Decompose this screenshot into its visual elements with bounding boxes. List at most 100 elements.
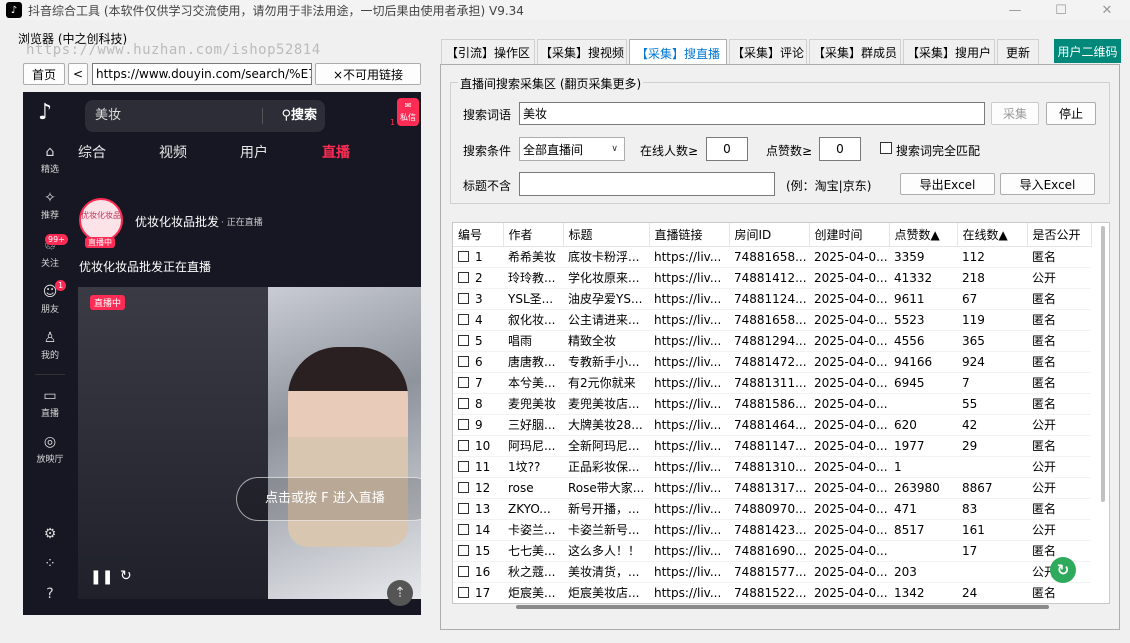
row-checkbox[interactable] [458, 481, 469, 493]
table-row[interactable]: 9 三好胭... 大牌美妆28... https://liv... 74881464..… [453, 414, 1091, 436]
column-header[interactable]: 创建时间 [809, 223, 890, 247]
column-header[interactable]: 直播链接 [649, 223, 730, 247]
table-row[interactable]: 2 玲玲教... 学化妆原来... https://liv... 74881412...… [453, 267, 1091, 289]
table-row[interactable]: 5 唱雨 精致全妆 https://liv... 74881294... 2025-04-… [453, 330, 1091, 352]
minimize-button[interactable]: — [992, 0, 1038, 20]
sidebar-item-live[interactable]: ▭ 直播 [23, 388, 77, 419]
row-checkbox[interactable] [458, 355, 469, 367]
tab-traffic-ops[interactable]: 【引流】操作区 [441, 39, 535, 65]
table-row[interactable]: 4 叙化妆... 公主请进来... https://liv... 74881658...… [453, 309, 1091, 331]
row-checkbox[interactable] [458, 439, 469, 451]
collect-button[interactable]: 采集 [991, 102, 1039, 125]
row-checkbox[interactable] [458, 502, 469, 514]
column-header[interactable]: 编号 [453, 223, 504, 247]
table-row[interactable]: 15 七七美... 这么多人！！ https://liv... 74881690... 2… [453, 540, 1091, 562]
column-header[interactable]: 标题 [563, 223, 650, 247]
douyin-search-button[interactable]: ⚲搜索 [281, 100, 317, 132]
tab-live[interactable]: 直播 [322, 142, 350, 162]
back-button[interactable]: < [68, 63, 88, 85]
column-header[interactable]: 作者 [503, 223, 564, 247]
row-checkbox[interactable] [458, 418, 469, 430]
tab-collect-live[interactable]: 【采集】搜直播 [629, 39, 727, 66]
url-input[interactable]: https://www.douyin.com/search/%E7% [92, 63, 312, 85]
unavailable-link-button[interactable]: ×不可用链接 [315, 63, 421, 85]
table-row[interactable]: 11 1坟?? 正品彩妆保... https://liv... 74881310... 2… [453, 456, 1091, 478]
refresh-video-icon[interactable]: ↻ [120, 568, 132, 584]
exact-match-checkbox[interactable] [880, 142, 892, 154]
table-row[interactable]: 3 YSL圣... 油皮孕爱YS... https://liv... 74881124.… [453, 288, 1091, 310]
table-row[interactable]: 6 唐唐教... 专教新手小... https://liv... 74881472...… [453, 351, 1091, 373]
more-apps-icon[interactable]: ⁘ [23, 556, 77, 572]
tab-users[interactable]: 用户 [240, 142, 268, 162]
refresh-icon[interactable]: ↻ [1050, 557, 1076, 583]
maximize-button[interactable]: ☐ [1038, 0, 1084, 20]
pause-icon[interactable]: ❚❚ [90, 569, 113, 585]
enter-live-hint[interactable]: 点击或按 F 进入直播 [236, 477, 421, 521]
video-live-badge: 直播中 [90, 295, 126, 310]
table-row[interactable]: 8 麦兜美妆 麦兜美妆店... https://liv... 74881586... 20… [453, 393, 1091, 415]
table-row[interactable]: 14 卡姿兰... 卡姿兰新号... https://liv... 74881423..… [453, 519, 1091, 541]
settings-icon[interactable]: ⚙ [23, 526, 77, 542]
table-row[interactable]: 7 本兮美... 有2元你就来 https://liv... 74881311... 20… [453, 372, 1091, 394]
home-button[interactable]: 首页 [23, 63, 65, 85]
row-checkbox[interactable] [458, 460, 469, 472]
column-header[interactable]: 点赞数▲ [889, 223, 958, 247]
table-cell: 7 [957, 372, 1027, 394]
row-checkbox[interactable] [458, 397, 469, 409]
tab-collect-users[interactable]: 【采集】搜用户 [903, 39, 995, 65]
row-checkbox[interactable] [458, 523, 469, 535]
row-checkbox[interactable] [458, 292, 469, 304]
table-cell: 美妆清货，... [563, 561, 649, 583]
sidebar-item-friends[interactable]: ☺ 朋友 [23, 284, 77, 315]
tab-general[interactable]: 综合 [78, 142, 106, 162]
close-button[interactable]: ✕ [1084, 0, 1130, 20]
row-checkbox[interactable] [458, 544, 469, 556]
row-checkbox[interactable] [458, 565, 469, 577]
sidebar-item-recommend[interactable]: ✧ 推荐 [23, 190, 77, 221]
sidebar-item-cinema[interactable]: ◎ 放映厅 [23, 434, 77, 465]
row-checkbox[interactable] [458, 586, 469, 598]
title-exclude-input[interactable] [519, 172, 775, 196]
sidebar-item-featured[interactable]: ⌂ 精选 [23, 144, 77, 175]
tab-collect-videos[interactable]: 【采集】搜视频 [537, 39, 627, 65]
import-excel-button[interactable]: 导入Excel [1000, 173, 1095, 195]
keyword-input[interactable]: 美妆 [519, 102, 985, 125]
user-qrcode-button[interactable]: 用户二维码 [1054, 39, 1121, 63]
tab-collect-comments[interactable]: 【采集】评论 [729, 39, 807, 65]
table-row[interactable]: 10 阿玛尼... 全新阿玛尼... https://liv... 74881147..… [453, 435, 1091, 457]
message-button[interactable]: ✉ 私信 [397, 98, 419, 126]
row-checkbox[interactable] [458, 334, 469, 346]
online-count-input[interactable]: 0 [706, 137, 748, 161]
table-row[interactable]: 16 秋之蔻... 美妆清货，... https://liv... 74881577..… [453, 561, 1091, 583]
table-row[interactable]: 1 希希美妆 底妆卡粉浮... https://liv... 74881658... 20… [453, 246, 1091, 268]
table-horizontal-scrollbar[interactable] [516, 605, 1049, 609]
column-header[interactable]: 在线数▲ [957, 223, 1028, 247]
douyin-search-input[interactable]: 美妆 ⚲搜索 [85, 100, 325, 132]
live-video-player[interactable]: 直播中 点击或按 F 进入直播 ❚❚ ↻ [78, 287, 421, 599]
help-icon[interactable]: ? [23, 586, 77, 602]
results-table[interactable]: 编号 作者 标题 直播链接 房间ID 创建时间 点赞数▲ 在线数▲ 是否公开 1 希希美妆 底妆卡粉… [452, 222, 1110, 604]
table-row[interactable]: 13 ZKYO... 新号开播，... https://liv... 74880970.… [453, 498, 1091, 520]
column-header[interactable]: 房间ID [729, 223, 810, 247]
table-row[interactable]: 12 rose Rose带大家... https://liv... 74881317..… [453, 477, 1091, 499]
tiktok-logo-icon[interactable]: ♪ [38, 100, 64, 126]
stop-button[interactable]: 停止 [1046, 102, 1096, 125]
anchor-avatar[interactable]: 优妆化妆品 [79, 198, 123, 242]
row-checkbox[interactable] [458, 376, 469, 388]
table-vertical-scrollbar[interactable] [1101, 226, 1105, 502]
douyin-tabs: 综合 视频 用户 直播 [78, 142, 418, 162]
column-header[interactable]: 是否公开 [1027, 223, 1092, 247]
tab-collect-group[interactable]: 【采集】群成员 [809, 39, 901, 65]
export-excel-button[interactable]: 导出Excel [900, 173, 995, 195]
tab-update[interactable]: 更新 [997, 39, 1039, 65]
condition-select[interactable]: 全部直播间 ∨ [519, 137, 625, 161]
row-checkbox[interactable] [458, 313, 469, 325]
table-row[interactable]: 17 炬宸美... 炬宸美妆店... https://liv... 74881522..… [453, 582, 1091, 603]
row-checkbox[interactable] [458, 250, 469, 262]
sidebar-item-mine[interactable]: ♙ 我的 [23, 330, 77, 361]
anchor-name[interactable]: 优妆化妆品批发 [135, 213, 219, 230]
likes-count-input[interactable]: 0 [819, 137, 861, 161]
scroll-top-icon[interactable]: ⇡ [387, 580, 413, 606]
tab-videos[interactable]: 视频 [159, 142, 187, 162]
row-checkbox[interactable] [458, 271, 469, 283]
